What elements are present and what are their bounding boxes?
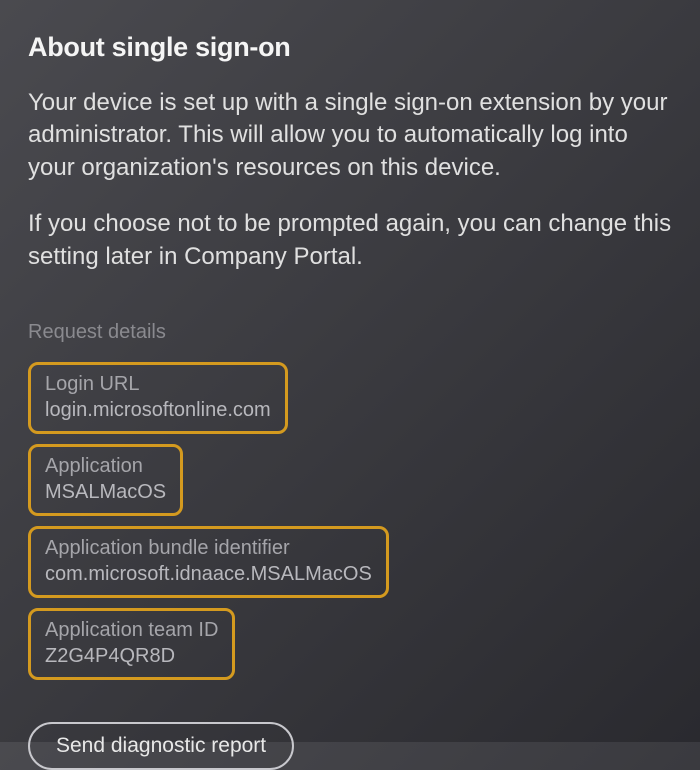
request-details-header: Request details — [28, 321, 672, 344]
detail-label: Application — [45, 453, 166, 479]
description-primary: Your device is set up with a single sign… — [28, 87, 672, 184]
detail-team-id: Application team ID Z2G4P4QR8D — [28, 608, 235, 680]
detail-value: Z2G4P4QR8D — [45, 643, 218, 669]
description-secondary: If you choose not to be prompted again, … — [28, 208, 672, 273]
page-title: About single sign-on — [28, 32, 672, 63]
detail-login-url: Login URL login.microsoftonline.com — [28, 362, 288, 434]
detail-value: login.microsoftonline.com — [45, 397, 271, 423]
detail-bundle-identifier: Application bundle identifier com.micros… — [28, 526, 389, 598]
detail-application: Application MSALMacOS — [28, 444, 183, 516]
detail-label: Login URL — [45, 371, 271, 397]
detail-value: com.microsoft.idnaace.MSALMacOS — [45, 561, 372, 587]
detail-label: Application team ID — [45, 617, 218, 643]
detail-label: Application bundle identifier — [45, 535, 372, 561]
detail-value: MSALMacOS — [45, 479, 166, 505]
send-diagnostic-button[interactable]: Send diagnostic report — [28, 722, 294, 770]
